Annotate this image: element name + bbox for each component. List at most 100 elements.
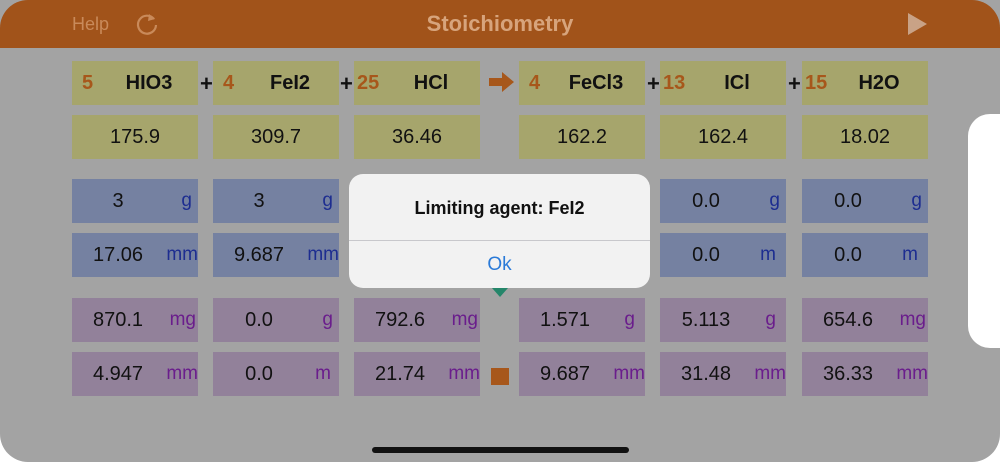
alert-message: Limiting agent: FeI2 xyxy=(414,198,585,218)
output-mass-cell[interactable]: 870.1 mg xyxy=(72,298,198,342)
species-3-formula-cell[interactable]: 25 HCl xyxy=(354,61,480,105)
coefficient: 4 xyxy=(529,72,541,94)
molar-mass-cell[interactable]: 309.7 xyxy=(213,115,339,159)
coefficient: 15 xyxy=(805,72,828,94)
species-4-formula-cell[interactable]: 4 FeCl3 xyxy=(519,61,645,105)
app-screen: Help Stoichiometry 5 HIO3 + 4 FeI2 + 25 … xyxy=(0,0,1000,462)
unit-label: mg xyxy=(899,309,926,330)
plus-sign: + xyxy=(647,71,660,96)
output-mass-cell[interactable]: 5.113 g xyxy=(660,298,786,342)
device-notch xyxy=(968,114,1000,348)
unit-label: mg xyxy=(169,309,196,330)
molar-mass-value: 175.9 xyxy=(109,126,161,148)
unit-label: mm xyxy=(448,363,480,384)
molar-mass-cell[interactable]: 162.2 xyxy=(519,115,645,159)
output-mass-value: 654.6 xyxy=(822,309,874,331)
output-mass-value: 870.1 xyxy=(92,309,144,331)
input-mass-cell[interactable]: 0.0 g xyxy=(660,179,786,223)
triangle-down-icon xyxy=(492,288,508,297)
output-mass-cell[interactable]: 1.571 g xyxy=(519,298,645,342)
species-6-formula-cell[interactable]: 15 H2O xyxy=(802,61,928,105)
input-mass-value: 0.0 xyxy=(692,190,720,212)
input-mass-cell[interactable]: 3g xyxy=(72,179,198,223)
input-mass-value: 0.0 xyxy=(834,190,862,212)
molar-mass-cell[interactable]: 36.46 xyxy=(354,115,480,159)
coefficient: 4 xyxy=(223,72,235,94)
input-moles-cell[interactable]: 0.0 m xyxy=(802,233,928,277)
unit-label: mm xyxy=(166,363,198,384)
ok-button[interactable]: Ok xyxy=(349,241,650,288)
molar-mass-cell[interactable]: 18.02 xyxy=(802,115,928,159)
formula: FeI2 xyxy=(269,72,311,94)
unit-label: mg xyxy=(451,309,478,330)
alert-dialog: Limiting agent: FeI2 Ok xyxy=(349,174,650,288)
output-mass-value: 0.0 xyxy=(245,309,273,331)
output-mass-cell[interactable]: 792.6 mg xyxy=(354,298,480,342)
output-mass-cell[interactable]: 654.6 mg xyxy=(802,298,928,342)
coefficient: 13 xyxy=(663,72,686,94)
unit-label: g xyxy=(911,190,922,211)
output-moles-value: 21.74 xyxy=(374,363,426,385)
output-mass-cell[interactable]: 0.0 g xyxy=(213,298,339,342)
output-moles-cell[interactable]: 0.0 m xyxy=(213,352,339,396)
unit-label: mm xyxy=(307,244,339,265)
home-indicator[interactable] xyxy=(372,447,629,453)
unit-label: g xyxy=(181,190,192,211)
unit-label: mm xyxy=(896,363,928,384)
input-mass-value: 3 xyxy=(253,190,265,212)
formula: HCl xyxy=(413,72,449,94)
input-moles-cell[interactable]: 0.0 m xyxy=(660,233,786,277)
unit-label: m xyxy=(760,244,776,265)
unit-label: mm xyxy=(754,363,786,384)
molar-mass-cell[interactable]: 162.4 xyxy=(660,115,786,159)
output-moles-value: 0.0 xyxy=(245,363,273,385)
unit-label: g xyxy=(322,309,333,330)
unit-label: mm xyxy=(166,244,198,265)
unit-label: g xyxy=(624,309,635,330)
plus-sign: + xyxy=(200,71,213,96)
plus-sign: + xyxy=(340,71,353,96)
output-moles-cell[interactable]: 36.33 mm xyxy=(802,352,928,396)
input-moles-value: 17.06 xyxy=(92,244,144,266)
output-moles-cell[interactable]: 21.74 mm xyxy=(354,352,480,396)
input-mass-cell[interactable]: 3g xyxy=(213,179,339,223)
molar-mass-value: 162.4 xyxy=(697,126,749,148)
molar-mass-cell[interactable]: 175.9 xyxy=(72,115,198,159)
output-moles-value: 9.687 xyxy=(539,363,591,385)
input-moles-value: 0.0 xyxy=(834,244,862,266)
input-mass-cell[interactable]: 0.0 g xyxy=(802,179,928,223)
molar-mass-value: 309.7 xyxy=(250,126,302,148)
output-mass-value: 792.6 xyxy=(374,309,426,331)
output-moles-cell[interactable]: 31.48 mm xyxy=(660,352,786,396)
navigation-bar: Help Stoichiometry xyxy=(0,0,1000,48)
unit-label: m xyxy=(902,244,918,265)
output-mass-value: 5.113 xyxy=(681,309,731,331)
molar-mass-value: 162.2 xyxy=(556,126,608,148)
input-moles-value: 0.0 xyxy=(692,244,720,266)
output-moles-value: 31.48 xyxy=(680,363,732,385)
formula: ICl xyxy=(724,72,750,94)
input-moles-cell[interactable]: 17.06 mm xyxy=(72,233,198,277)
coefficient: 25 xyxy=(357,72,380,94)
formula: HIO3 xyxy=(125,72,173,94)
output-moles-value: 36.33 xyxy=(822,363,874,385)
right-arrow-icon xyxy=(489,72,514,92)
input-moles-cell[interactable]: 9.687 mm xyxy=(213,233,339,277)
plus-sign: + xyxy=(788,71,801,96)
unit-label: g xyxy=(322,190,333,211)
unit-label: g xyxy=(765,309,776,330)
unit-label: mm xyxy=(613,363,645,384)
unit-label: g xyxy=(769,190,780,211)
output-moles-cell[interactable]: 9.687 mm xyxy=(519,352,645,396)
unit-label: m xyxy=(315,363,331,384)
play-icon[interactable] xyxy=(908,13,927,35)
output-mass-value: 1.571 xyxy=(539,309,591,331)
output-moles-value: 4.947 xyxy=(92,363,144,385)
species-2-formula-cell[interactable]: 4 FeI2 xyxy=(213,61,339,105)
species-1-formula-cell[interactable]: 5 HIO3 xyxy=(72,61,198,105)
square-icon xyxy=(491,368,509,385)
species-5-formula-cell[interactable]: 13 ICl xyxy=(660,61,786,105)
page-title: Stoichiometry xyxy=(426,11,574,36)
input-moles-value: 9.687 xyxy=(233,244,285,266)
output-moles-cell[interactable]: 4.947 mm xyxy=(72,352,198,396)
